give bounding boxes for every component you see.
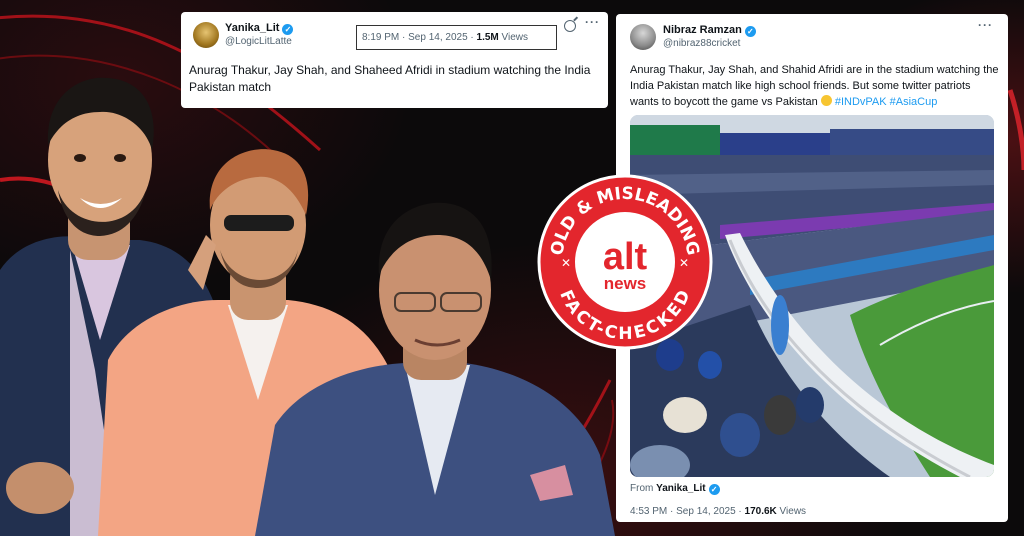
brand-news: news xyxy=(604,274,647,293)
tweet-text: Anurag Thakur, Jay Shah, and Shahid Afri… xyxy=(630,64,999,108)
hashtags[interactable]: #INDvPAK #AsiaCup xyxy=(835,96,938,108)
quote-source[interactable]: From Yanika_Lit ✓ xyxy=(630,483,720,495)
brand-alt: alt xyxy=(603,236,648,278)
tweet-time[interactable]: 4:53 PM · Sep 14, 2025 · xyxy=(630,506,745,517)
avatar[interactable] xyxy=(630,24,656,50)
views-label: Views xyxy=(498,32,529,43)
tweet-text: Anurag Thakur, Jay Shah, and Shaheed Afr… xyxy=(189,63,591,94)
tweet-author-handle[interactable]: @LogicLitLatte xyxy=(225,36,292,47)
tweet-timestamp-views: 4:53 PM · Sep 14, 2025 · 170.6K Views xyxy=(630,506,806,517)
tweet-author-handle[interactable]: @nibraz88cricket xyxy=(663,38,740,49)
tweet-timestamp-views: 8:19 PM · Sep 14, 2025 · 1.5M Views xyxy=(356,25,557,50)
tweet-author-name[interactable]: Nibraz Ramzan ✓ xyxy=(663,24,756,37)
grok-icon[interactable] xyxy=(564,20,576,32)
view-count: 1.5M xyxy=(476,32,499,43)
verified-badge-icon: ✓ xyxy=(708,484,720,495)
x-mark-left-icon: ✕ xyxy=(561,256,571,270)
avatar[interactable] xyxy=(193,22,219,48)
tweet-time[interactable]: 8:19 PM · Sep 14, 2025 · xyxy=(362,32,477,43)
tweet-card-yanika[interactable]: Yanika_Lit ✓ @LogicLitLatte 8:19 PM · Sep… xyxy=(181,12,608,108)
more-options-icon[interactable]: ··· xyxy=(978,18,993,32)
verified-badge-icon: ✓ xyxy=(744,26,756,37)
fact-check-badge: OLD & MISLEADING FACT-CHECKED ✕ ✕ alt ne… xyxy=(537,174,713,350)
laughing-emoji-icon xyxy=(820,95,832,106)
views-label: Views xyxy=(776,506,807,517)
x-mark-right-icon: ✕ xyxy=(679,256,689,270)
view-count: 170.6K xyxy=(744,506,777,517)
more-options-icon[interactable]: ··· xyxy=(585,15,600,29)
tweet-author-name[interactable]: Yanika_Lit ✓ xyxy=(225,22,294,35)
verified-badge-icon: ✓ xyxy=(282,24,294,35)
